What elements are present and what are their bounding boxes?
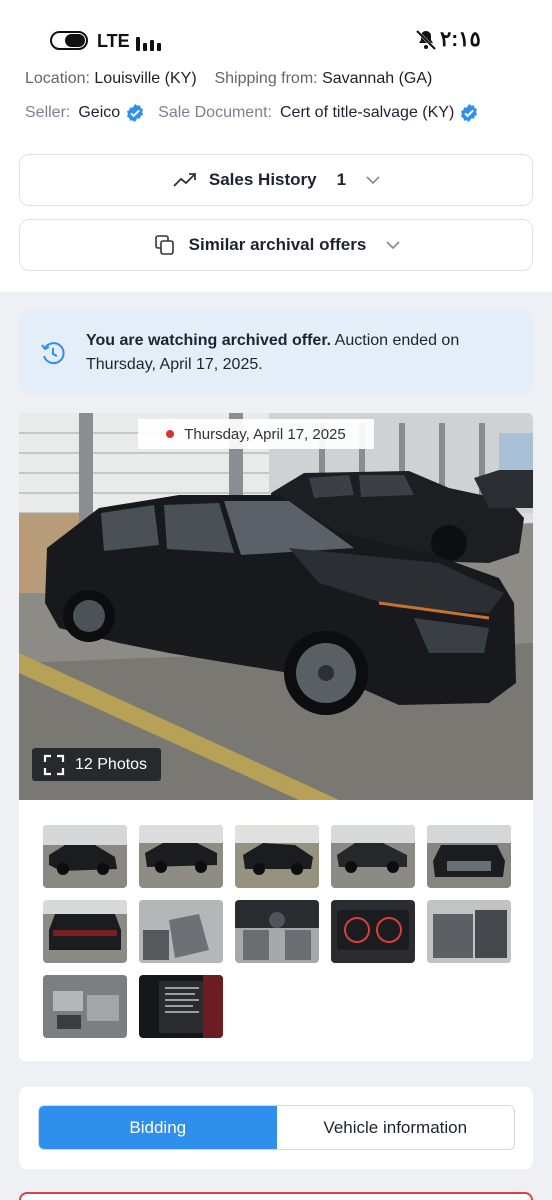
trending-up-icon (173, 173, 196, 187)
tab-bidding[interactable]: Bidding (39, 1106, 277, 1149)
sales-history-label: Sales History (208, 170, 317, 189)
location-line: Location: Louisville (KY) Shipping from:… (25, 70, 432, 92)
seller-value[interactable]: Geico (78, 104, 120, 122)
network-type: LTE (97, 31, 130, 51)
sale-document-label: Sale Document: (158, 104, 272, 121)
location-label: Location: (25, 70, 90, 87)
photo-gallery-card: Thursday, April 17, 2025 12 Photos (19, 413, 533, 1061)
chevron-down-icon (386, 241, 400, 250)
tab-switcher: Bidding Vehicle information (38, 1105, 515, 1150)
sales-history-count: 1 (336, 170, 347, 189)
seller-line: Seller: Geico Sale Document: Cert of tit… (25, 103, 492, 123)
thumbnail-11[interactable] (43, 975, 127, 1038)
photos-count-label: 12 Photos (75, 755, 148, 773)
thumbnail-5[interactable] (427, 825, 511, 888)
car-photo (19, 413, 533, 800)
copy-icon (154, 235, 174, 255)
fullscreen-icon (43, 754, 65, 775)
main-photo[interactable]: Thursday, April 17, 2025 12 Photos (19, 413, 533, 800)
data-saver-icon (50, 31, 88, 50)
thumbnail-4[interactable] (331, 825, 415, 888)
sales-history-button[interactable]: Sales History 1 (19, 154, 533, 206)
history-icon (41, 342, 65, 365)
bottom-alert-card (19, 1192, 533, 1200)
shipping-label: Shipping from: (214, 70, 318, 87)
thumbnail-10[interactable] (427, 900, 511, 963)
thumbnail-6[interactable] (43, 900, 127, 963)
recording-dot-icon (166, 430, 175, 438)
verified-check-icon (127, 104, 144, 122)
location-value: Louisville (KY) (94, 70, 197, 87)
chevron-down-icon (366, 176, 380, 185)
thumbnail-8[interactable] (235, 900, 319, 963)
verified-check-icon (461, 104, 478, 122)
listing-info-card: Location: Louisville (KY) Shipping from:… (0, 66, 552, 292)
shipping-value: Savannah (GA) (322, 70, 433, 87)
tabs-card: Bidding Vehicle information (19, 1087, 533, 1169)
similar-offers-button[interactable]: Similar archival offers (19, 219, 533, 271)
photos-count-button[interactable]: 12 Photos (32, 748, 161, 781)
archived-offer-banner: You are watching archived offer. Auction… (19, 309, 533, 394)
thumbnail-1[interactable] (43, 825, 127, 888)
sale-document-value: Cert of title-salvage (KY) (280, 104, 455, 121)
archived-offer-text: You are watching archived offer. Auction… (86, 329, 516, 377)
clock: ٢:١٥ (440, 28, 481, 51)
thumbnail-3[interactable] (235, 825, 319, 888)
thumbnail-7[interactable] (139, 900, 223, 963)
status-bar: LTE ٢:١٥ (0, 0, 552, 66)
seller-label: Seller: (25, 104, 71, 121)
signal-icon (136, 31, 166, 51)
thumbnail-12[interactable] (139, 975, 223, 1038)
thumbnail-9[interactable] (331, 900, 415, 963)
tab-vehicle-information[interactable]: Vehicle information (276, 1106, 514, 1149)
photo-date: Thursday, April 17, 2025 (184, 425, 346, 443)
similar-offers-label: Similar archival offers (188, 235, 367, 254)
photo-date-pill: Thursday, April 17, 2025 (138, 419, 374, 449)
bell-off-icon (415, 29, 437, 51)
archived-offer-bold: You are watching archived offer. (86, 332, 332, 349)
thumbnail-2[interactable] (139, 825, 223, 888)
